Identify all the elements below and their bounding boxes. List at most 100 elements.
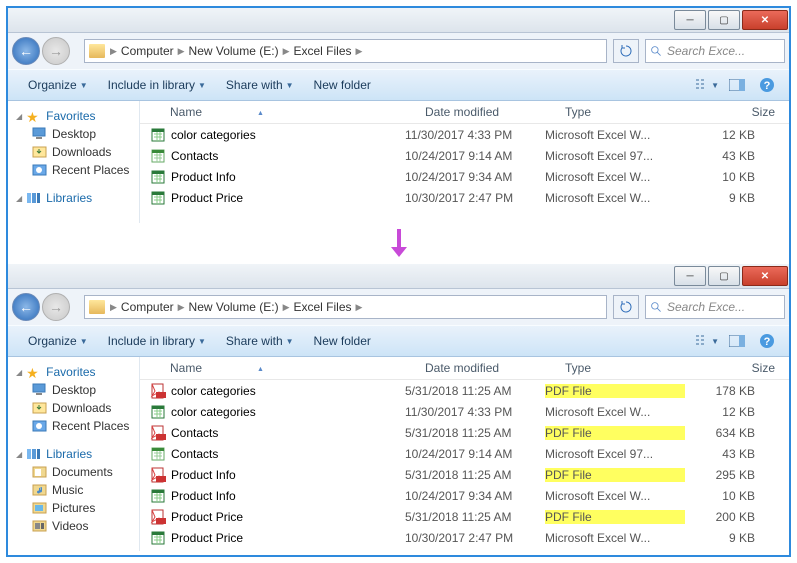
file-name: color categories	[171, 405, 256, 419]
search-input[interactable]: Search Exce...	[645, 39, 785, 63]
file-name: Product Info	[171, 468, 236, 482]
sidebar-item-desktop[interactable]: Desktop	[10, 125, 137, 143]
file-row[interactable]: Product Info10/24/2017 9:34 AMMicrosoft …	[140, 166, 789, 187]
minimize-button[interactable]: ─	[674, 266, 706, 286]
file-type: Microsoft Excel W...	[545, 405, 685, 419]
file-name: Contacts	[171, 426, 218, 440]
forward-button[interactable]: →	[42, 37, 70, 65]
file-size: 12 KB	[685, 128, 769, 142]
file-row[interactable]: Product Info10/24/2017 9:34 AMMicrosoft …	[140, 485, 789, 506]
file-size: 295 KB	[685, 468, 769, 482]
file-row[interactable]: Product Price 10/30/2017 2:47 PMMicrosoft…	[140, 187, 789, 208]
include-library-menu[interactable]: Include in library ▼	[98, 78, 216, 92]
file-type: PDF File	[545, 468, 685, 482]
file-size: 43 KB	[685, 149, 769, 163]
file-date: 10/30/2017 2:47 PM	[405, 531, 545, 545]
search-input[interactable]: Search Exce...	[645, 295, 785, 319]
xls-icon	[150, 446, 166, 462]
file-row[interactable]: Contacts10/24/2017 9:14 AMMicrosoft Exce…	[140, 145, 789, 166]
file-row[interactable]: Product Info 5/31/2018 11:25 AMPDF File29…	[140, 464, 789, 485]
file-name: color categories	[171, 384, 256, 398]
sidebar-item-pictures[interactable]: Pictures	[10, 499, 137, 517]
file-date: 10/24/2017 9:34 AM	[405, 170, 545, 184]
breadcrumb-item[interactable]: Excel Files	[290, 40, 354, 62]
file-row[interactable]: Product Price5/31/2018 11:25 AMPDF File2…	[140, 506, 789, 527]
column-headers[interactable]: Name▲Date modifiedTypeSize	[140, 357, 789, 380]
breadcrumb[interactable]: ▶Computer▶New Volume (E:)▶Excel Files▶	[84, 39, 607, 63]
file-size: 43 KB	[685, 447, 769, 461]
back-button[interactable]: ←	[12, 293, 40, 321]
file-size: 200 KB	[685, 510, 769, 524]
refresh-button[interactable]	[613, 295, 639, 319]
sidebar-item-desktop[interactable]: Desktop	[10, 381, 137, 399]
libraries-header[interactable]: ◢Libraries	[10, 445, 137, 463]
breadcrumb[interactable]: ▶Computer▶New Volume (E:)▶Excel Files▶	[84, 295, 607, 319]
sidebar-item-videos[interactable]: Videos	[10, 517, 137, 535]
sidebar: ◢★FavoritesDesktopDownloadsRecent Places…	[8, 101, 139, 223]
breadcrumb-item[interactable]: Computer	[118, 40, 177, 62]
xlsx-icon	[150, 169, 166, 185]
share-menu[interactable]: Share with ▼	[216, 78, 304, 92]
refresh-button[interactable]	[613, 39, 639, 63]
help-button[interactable]: ?	[755, 332, 779, 350]
file-row[interactable]: color categories11/30/2017 4:33 PMMicros…	[140, 124, 789, 145]
breadcrumb-item[interactable]: New Volume (E:)	[186, 296, 282, 318]
file-row[interactable]: Contacts5/31/2018 11:25 AMPDF File634 KB	[140, 422, 789, 443]
sidebar-item-recent[interactable]: Recent Places	[10, 417, 137, 435]
file-type: PDF File	[545, 384, 685, 398]
organize-menu[interactable]: Organize ▼	[18, 78, 98, 92]
sidebar: ◢★FavoritesDesktopDownloadsRecent Places…	[8, 357, 139, 551]
file-date: 10/30/2017 2:47 PM	[405, 191, 545, 205]
include-library-menu[interactable]: Include in library ▼	[98, 334, 216, 348]
xlsx-icon	[150, 404, 166, 420]
sidebar-item-documents[interactable]: Documents	[10, 463, 137, 481]
xlsx-icon	[150, 530, 166, 546]
file-date: 5/31/2018 11:25 AM	[405, 510, 545, 524]
organize-menu[interactable]: Organize ▼	[18, 334, 98, 348]
column-headers[interactable]: Name▲Date modifiedTypeSize	[140, 101, 789, 124]
file-size: 10 KB	[685, 489, 769, 503]
pdf-icon	[150, 425, 166, 441]
file-type: Microsoft Excel W...	[545, 531, 685, 545]
preview-pane-button[interactable]	[725, 332, 749, 350]
minimize-button[interactable]: ─	[674, 10, 706, 30]
file-row[interactable]: color categories5/31/2018 11:25 AMPDF Fi…	[140, 380, 789, 401]
breadcrumb-item[interactable]: New Volume (E:)	[186, 40, 282, 62]
breadcrumb-item[interactable]: Computer	[118, 296, 177, 318]
sidebar-item-downloads[interactable]: Downloads	[10, 399, 137, 417]
help-button[interactable]: ?	[755, 76, 779, 94]
xlsx-icon	[150, 127, 166, 143]
new-folder-button[interactable]: New folder	[304, 334, 381, 348]
maximize-button[interactable]: ▢	[708, 10, 740, 30]
breadcrumb-item[interactable]: Excel Files	[290, 296, 354, 318]
file-date: 10/24/2017 9:14 AM	[405, 447, 545, 461]
file-type: Microsoft Excel W...	[545, 191, 685, 205]
libraries-header[interactable]: ◢Libraries	[10, 189, 137, 207]
favorites-header[interactable]: ◢★Favorites	[10, 107, 137, 125]
sidebar-item-downloads[interactable]: Downloads	[10, 143, 137, 161]
file-type: Microsoft Excel W...	[545, 489, 685, 503]
share-menu[interactable]: Share with ▼	[216, 334, 304, 348]
close-button[interactable]: ✕	[742, 10, 788, 30]
file-row[interactable]: Contacts10/24/2017 9:14 AMMicrosoft Exce…	[140, 443, 789, 464]
new-folder-button[interactable]: New folder	[304, 78, 381, 92]
file-type: Microsoft Excel W...	[545, 170, 685, 184]
file-row[interactable]: Product Price 10/30/2017 2:47 PMMicrosoft…	[140, 527, 789, 548]
file-row[interactable]: color categories11/30/2017 4:33 PMMicros…	[140, 401, 789, 422]
file-name: Product Price	[171, 531, 243, 545]
pdf-icon	[150, 383, 166, 399]
file-name: Product Price	[171, 191, 243, 205]
view-menu[interactable]: ▼	[695, 76, 719, 94]
favorites-header[interactable]: ◢★Favorites	[10, 363, 137, 381]
sidebar-item-music[interactable]: Music	[10, 481, 137, 499]
file-type: Microsoft Excel 97...	[545, 149, 685, 163]
close-button[interactable]: ✕	[742, 266, 788, 286]
back-button[interactable]: ←	[12, 37, 40, 65]
sidebar-item-recent[interactable]: Recent Places	[10, 161, 137, 179]
forward-button[interactable]: →	[42, 293, 70, 321]
svg-text:?: ?	[764, 80, 771, 92]
preview-pane-button[interactable]	[725, 76, 749, 94]
maximize-button[interactable]: ▢	[708, 266, 740, 286]
file-date: 5/31/2018 11:25 AM	[405, 468, 545, 482]
view-menu[interactable]: ▼	[695, 332, 719, 350]
